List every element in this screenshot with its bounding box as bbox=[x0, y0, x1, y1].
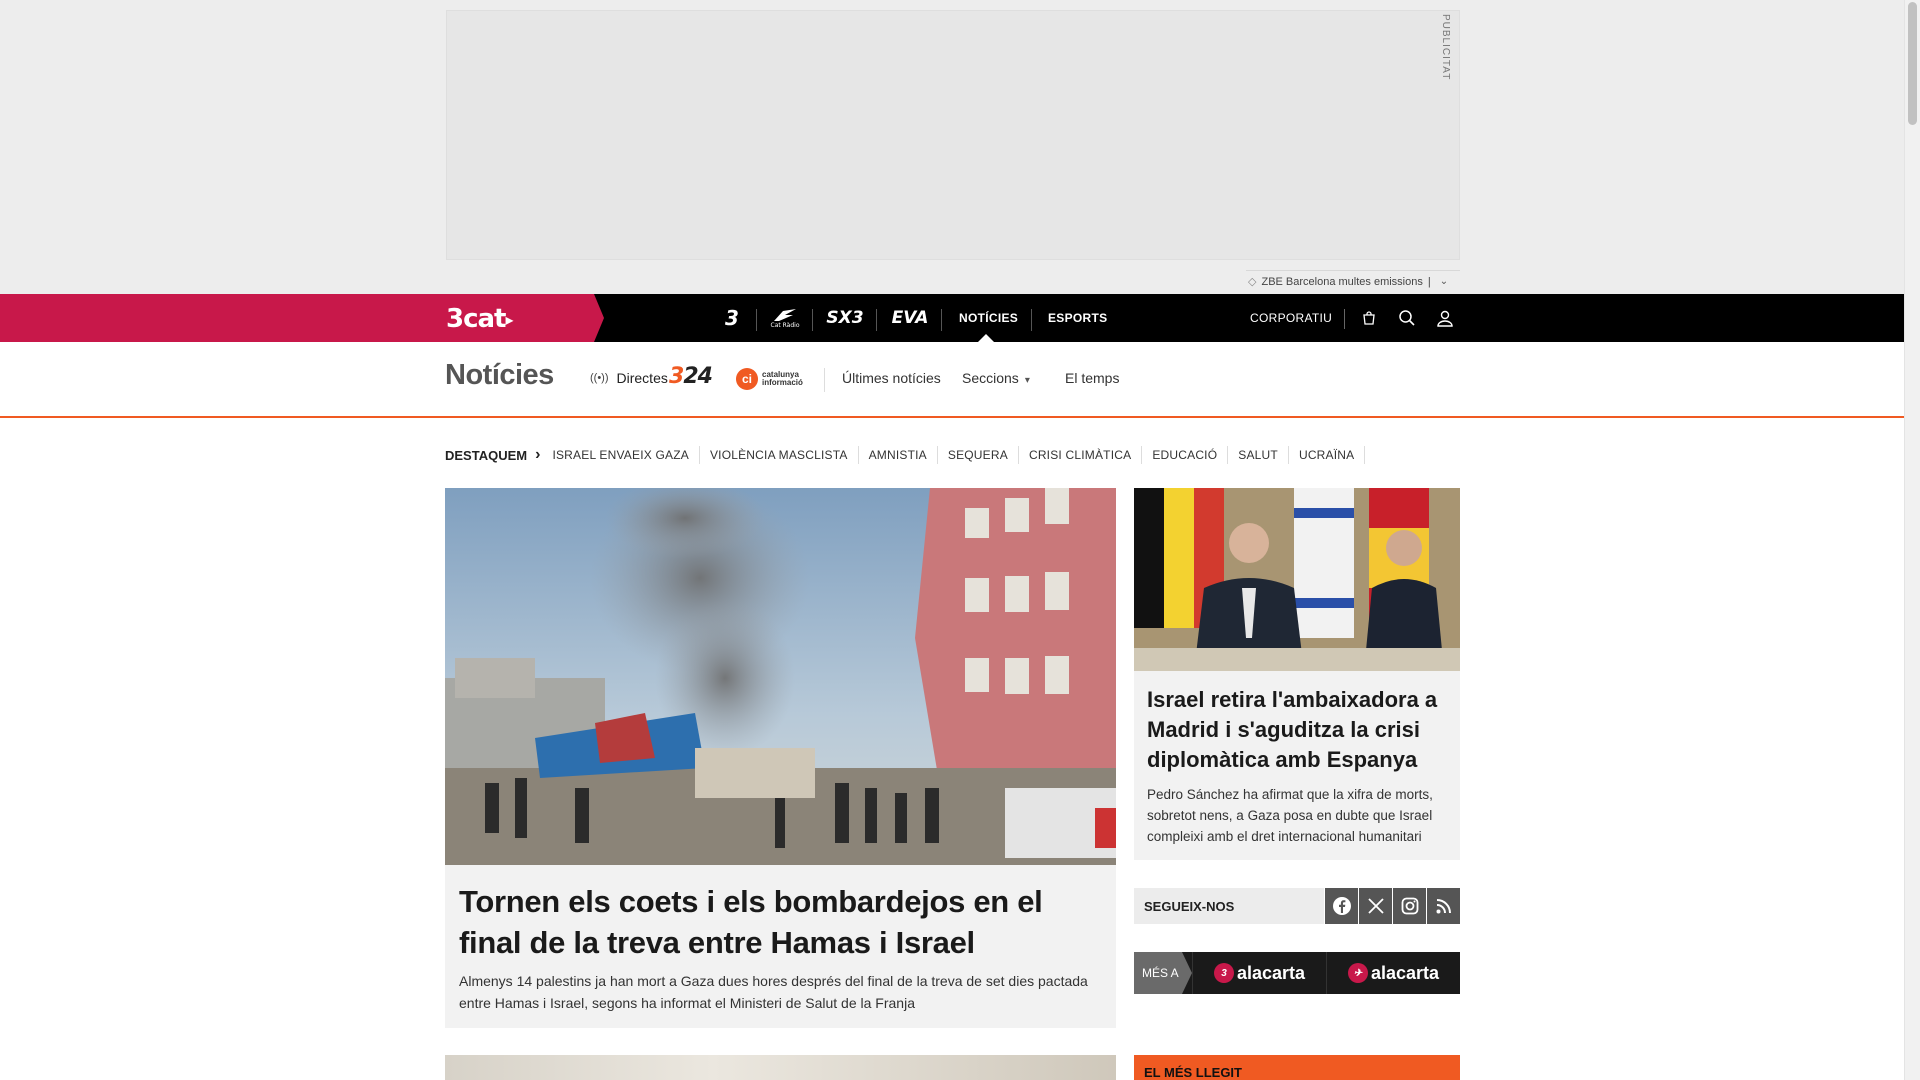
catinfo-line2: informació bbox=[762, 378, 803, 387]
most-read-header: EL MÉS LLEGIT bbox=[1134, 1055, 1460, 1080]
sx3-logo: SX3 bbox=[826, 308, 864, 328]
324-logo-24: 24 bbox=[683, 364, 713, 389]
brand-text: 3cat bbox=[446, 304, 506, 334]
ad-label: PUBLICITAT bbox=[1440, 14, 1451, 81]
catalunya-informacio-logo[interactable]: ci catalunya informació bbox=[736, 368, 803, 390]
alacarta-label: alacarta bbox=[1370, 962, 1440, 983]
chevron-down-icon: ▾ bbox=[1024, 375, 1030, 386]
ad-topic-tag[interactable]: ◇ ZBE Barcelona multes emissions | ⌄ bbox=[1246, 270, 1460, 292]
main-article-title[interactable]: Tornen els coets i els bombardejos en el… bbox=[459, 881, 1104, 963]
chevron-down-icon[interactable]: ⌄ bbox=[1440, 276, 1448, 287]
link-seccions[interactable]: Seccions ▾ bbox=[962, 370, 1030, 386]
catradio-badge-icon: ✈ bbox=[1347, 963, 1368, 983]
ad-topic-text: ZBE Barcelona multes emissions bbox=[1261, 275, 1423, 288]
tag-icon: ◇ bbox=[1248, 276, 1257, 288]
seccions-label: Seccions bbox=[962, 370, 1019, 386]
rss-icon[interactable] bbox=[1426, 888, 1460, 924]
3cat-badge-icon: 3 bbox=[1213, 963, 1234, 983]
side-article-image[interactable] bbox=[1134, 488, 1460, 671]
divider bbox=[876, 309, 877, 331]
divider bbox=[756, 309, 757, 331]
ad-banner[interactable] bbox=[446, 10, 1460, 260]
side-article-title[interactable]: Israel retira l'ambaixadora a Madrid i s… bbox=[1147, 685, 1447, 775]
channel-sx3[interactable]: SX3 bbox=[818, 294, 872, 342]
search-icon[interactable] bbox=[1395, 306, 1419, 330]
ad-zone: PUBLICITAT ◇ ZBE Barcelona multes emissi… bbox=[0, 0, 1904, 294]
main-article[interactable]: Tornen els coets i els bombardejos en el… bbox=[445, 488, 1116, 1028]
top-navigation: 3cat▸ 3 Cat Ràdio SX3 EVA NOTÍCIES ESPOR… bbox=[0, 294, 1904, 342]
tag-item[interactable]: ISRAEL ENVAEIX GAZA bbox=[552, 446, 700, 464]
divider bbox=[824, 368, 825, 392]
324-logo-three: 3 bbox=[669, 364, 684, 389]
side-article-summary: Pedro Sánchez ha afirmat que la xifra de… bbox=[1147, 787, 1433, 844]
page-title[interactable]: Notícies bbox=[445, 359, 554, 392]
catradio-alacarta-link[interactable]: ✈ alacarta bbox=[1326, 952, 1460, 994]
divider bbox=[812, 309, 813, 331]
eva-logo: EVA bbox=[891, 308, 929, 328]
follow-us-bar: SEGUEIX-NOS bbox=[1134, 888, 1460, 924]
tag-item[interactable]: VIOLÈNCIA MASCLISTA bbox=[700, 446, 859, 464]
side-article[interactable]: Israel retira l'ambaixadora a Madrid i s… bbox=[1134, 488, 1460, 860]
3cat-logo[interactable]: 3cat▸ bbox=[446, 304, 514, 334]
more-at-bar: MÉS A 3 alacarta ✈ alacarta bbox=[1134, 952, 1460, 994]
tag-item[interactable]: EDUCACIÓ bbox=[1142, 446, 1229, 464]
tag-item[interactable]: UCRAÏNA bbox=[1289, 446, 1366, 464]
main-article-summary: Almenys 14 palestins ja han mort a Gaza … bbox=[459, 973, 1088, 1011]
catradio-label: Cat Ràdio bbox=[770, 321, 800, 329]
next-article-image[interactable] bbox=[445, 1055, 1116, 1080]
instagram-icon[interactable] bbox=[1392, 888, 1426, 924]
more-at-label: MÉS A bbox=[1134, 952, 1192, 994]
tag-item[interactable]: SEQUERA bbox=[938, 446, 1019, 464]
broadcast-icon: ((•)) bbox=[590, 372, 609, 384]
324-logo[interactable]: 324 bbox=[669, 364, 713, 389]
main-article-image[interactable] bbox=[445, 488, 1116, 865]
live-label: Directes bbox=[616, 370, 668, 386]
link-ultimes-noticies[interactable]: Últimes notícies bbox=[842, 370, 941, 386]
alacarta-label: alacarta bbox=[1236, 962, 1306, 983]
divider bbox=[1344, 309, 1345, 329]
3cat-alacarta-link[interactable]: 3 alacarta bbox=[1192, 952, 1326, 994]
divider bbox=[1031, 309, 1032, 331]
x-icon[interactable] bbox=[1358, 888, 1392, 924]
catradio-wing-icon bbox=[774, 308, 796, 321]
tag-item[interactable]: CRISI CLIMÀTICA bbox=[1019, 446, 1143, 464]
shopping-bag-icon[interactable] bbox=[1357, 306, 1381, 330]
facebook-icon[interactable] bbox=[1324, 888, 1358, 924]
tv3-logo: 3 bbox=[725, 306, 739, 330]
live-link[interactable]: ((•)) Directes bbox=[590, 370, 668, 386]
link-el-temps[interactable]: El temps bbox=[1065, 370, 1119, 386]
divider bbox=[941, 309, 942, 331]
tag-item[interactable]: SALUT bbox=[1228, 446, 1289, 464]
section-header: Notícies ((•)) Directes 324 ci catalunya… bbox=[0, 342, 1904, 418]
brand-zone bbox=[0, 294, 604, 342]
tag-item[interactable]: AMNISTIA bbox=[859, 446, 938, 464]
highlight-tags: DESTAQUEM › ISRAEL ENVAEIX GAZA VIOLÈNCI… bbox=[445, 445, 1366, 465]
user-icon[interactable] bbox=[1433, 306, 1457, 330]
channel-tv3[interactable]: 3 bbox=[712, 294, 752, 342]
chevron-right-icon: › bbox=[535, 446, 541, 463]
destaquem-link[interactable]: DESTAQUEM › bbox=[445, 446, 540, 464]
most-read-label: EL MÉS LLEGIT bbox=[1144, 1065, 1242, 1080]
nav-corporatiu[interactable]: CORPORATIU bbox=[1250, 294, 1332, 342]
channel-catradio[interactable]: Cat Ràdio bbox=[764, 294, 806, 342]
channel-eva[interactable]: EVA bbox=[884, 294, 936, 342]
nav-esports[interactable]: ESPORTS bbox=[1048, 294, 1107, 342]
follow-us-label: SEGUEIX-NOS bbox=[1144, 898, 1235, 914]
scrollbar[interactable] bbox=[1904, 0, 1920, 1080]
ad-topic-sep: | bbox=[1427, 275, 1431, 288]
catinfo-mark: ci bbox=[736, 368, 758, 390]
destaquem-label: DESTAQUEM bbox=[445, 447, 528, 463]
scrollbar-thumb[interactable] bbox=[1908, 2, 1917, 125]
active-indicator bbox=[978, 334, 994, 342]
